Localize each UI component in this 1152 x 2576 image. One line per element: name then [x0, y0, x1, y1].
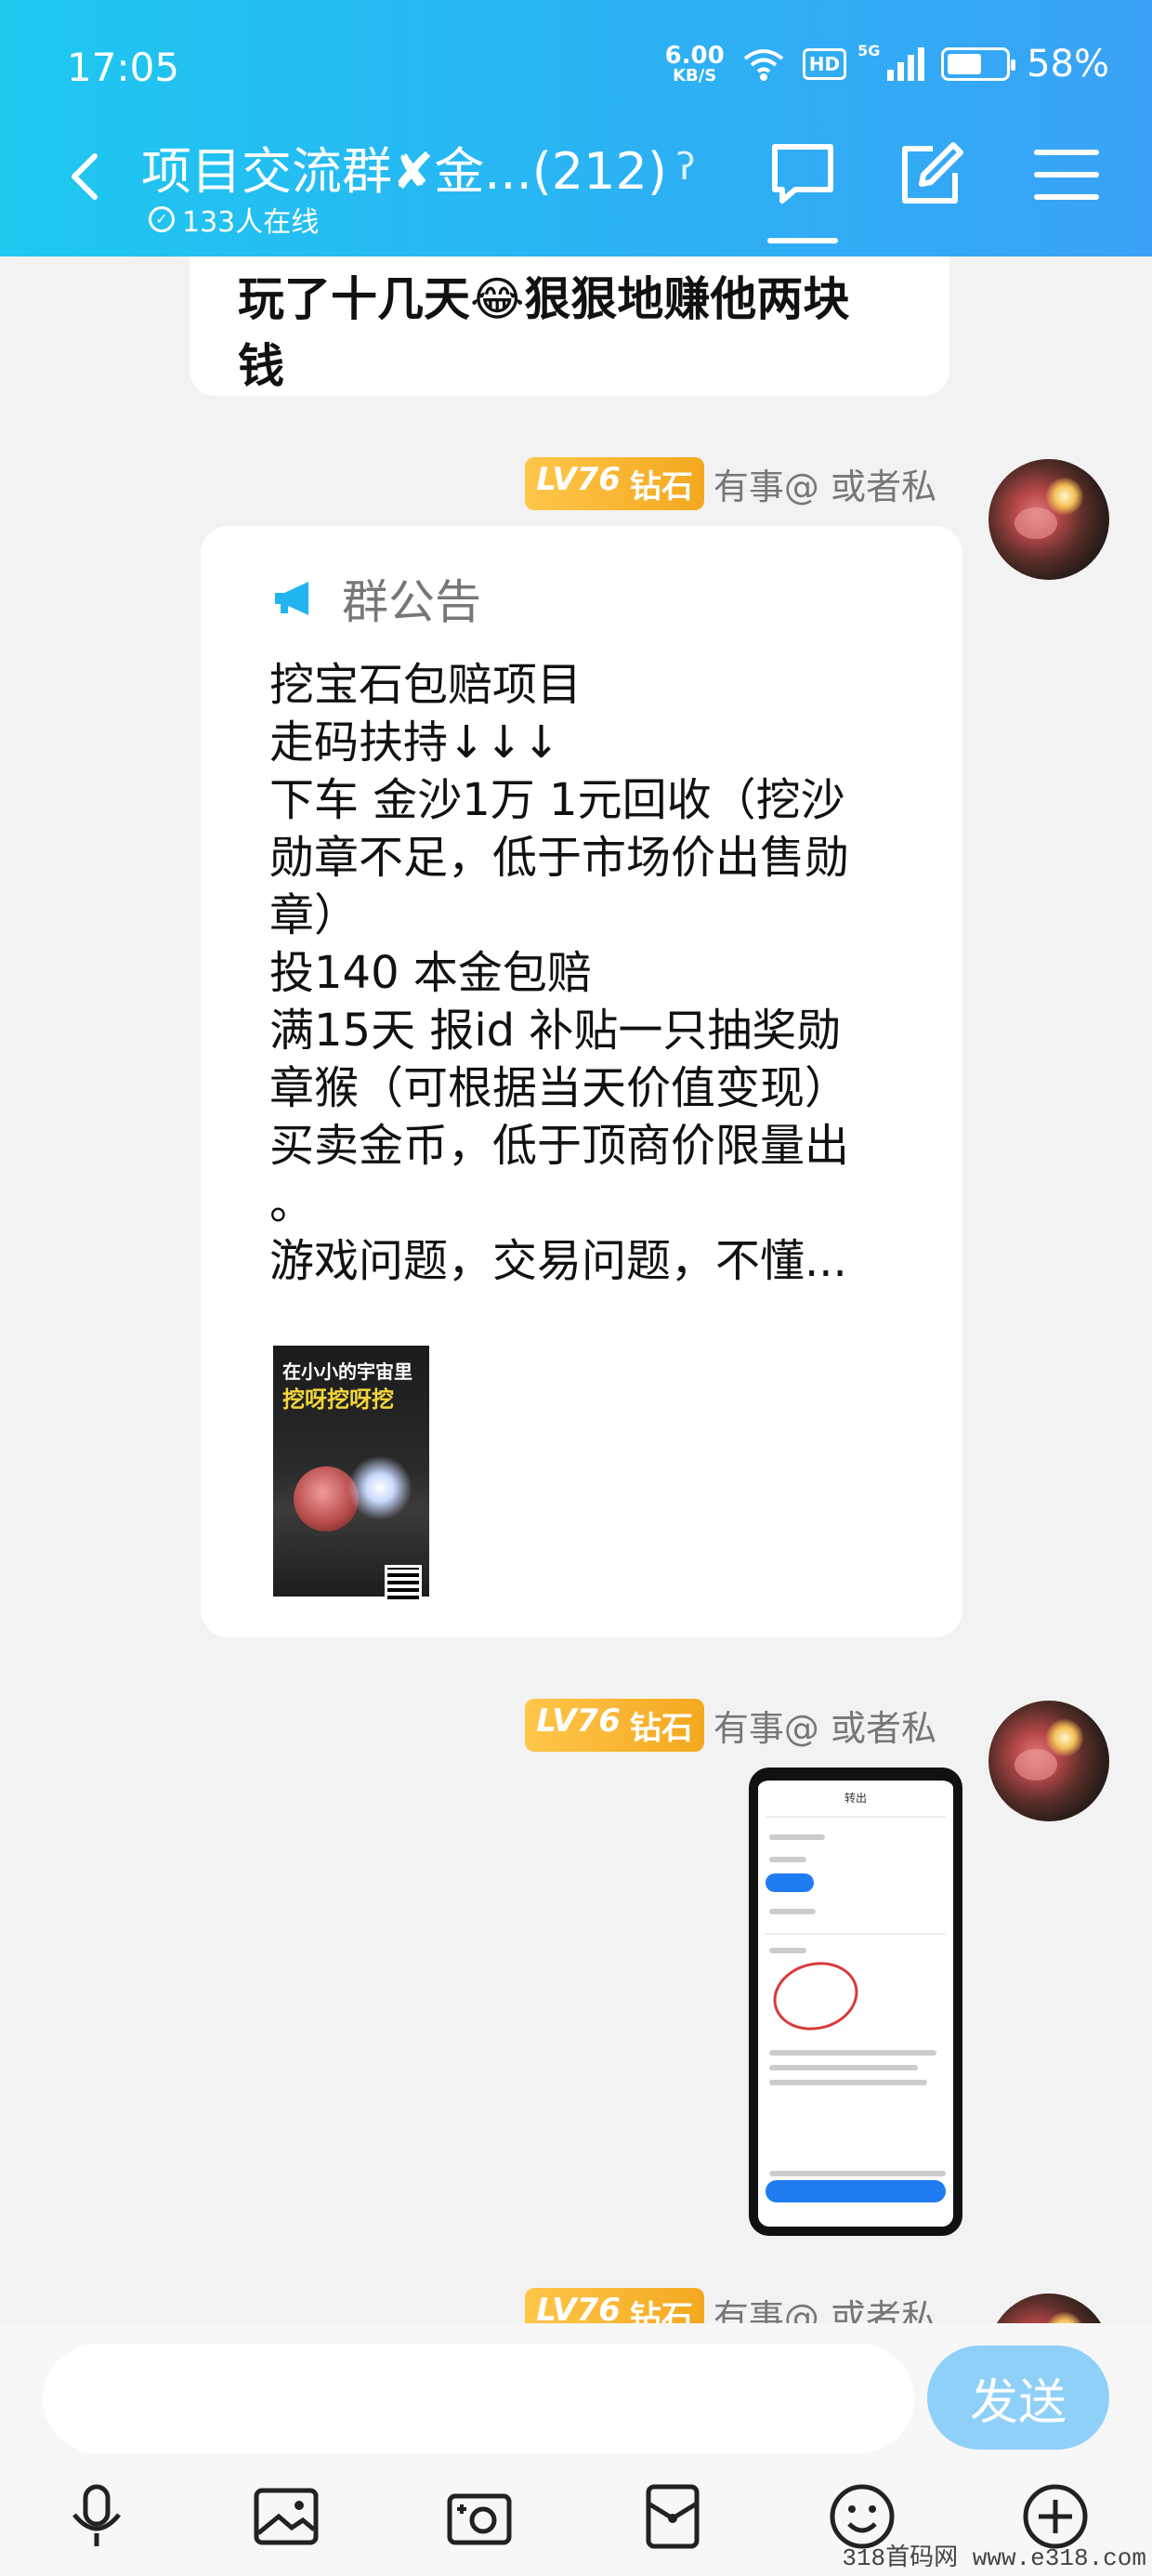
battery-fill — [948, 54, 982, 74]
sender-name[interactable]: 有事@ 或者私 — [713, 458, 936, 509]
text-placeholder — [769, 2080, 927, 2085]
microphone-icon — [72, 2484, 121, 2546]
text-placeholder — [769, 1909, 816, 1914]
message-bubble[interactable]: 玩了十几天😂狠狠地赚他两块 钱 — [190, 256, 949, 396]
edit-icon — [902, 142, 963, 204]
edit-button[interactable] — [896, 139, 966, 210]
status-icons: 6.00 KB/S HD 5G 58% — [665, 42, 1109, 85]
sender-name[interactable]: 有事@ 或者私 — [713, 2289, 936, 2323]
net-speed-unit: KB/S — [673, 66, 717, 85]
online-count-text: 133人在线 — [182, 206, 320, 239]
site-watermark: 318首码网 www.e318.com — [842, 2544, 1146, 2572]
sender-info: LV76 钻石 有事@ 或者私 — [525, 1699, 936, 1752]
camera-button[interactable] — [444, 2481, 515, 2552]
notice-line: 挖宝石包赔项目 — [269, 659, 583, 711]
notice-line: 章） — [269, 889, 360, 941]
net-speed: 6.00 KB/S — [665, 44, 725, 85]
divider — [766, 1816, 946, 1818]
online-count: ✓ 133人在线 — [149, 199, 319, 240]
notice-poster-image[interactable]: 在小小的宇宙里 挖呀挖呀挖 — [273, 1346, 429, 1619]
voice-button[interactable] — [61, 2481, 132, 2552]
level-value: LV76 — [536, 2292, 621, 2323]
screenshot-image[interactable]: 转出 — [749, 1768, 962, 2236]
avatar[interactable] — [988, 2293, 1109, 2323]
text-placeholder — [769, 2065, 918, 2070]
notice-line: 章猴（可根据当天价值变现） — [269, 1062, 850, 1114]
group-title[interactable]: 项目交流群✘金...(212) ʔ — [141, 130, 695, 204]
message-input[interactable] — [43, 2344, 914, 2453]
red-packet-button[interactable] — [637, 2481, 708, 2552]
chain-pill — [766, 1873, 814, 1892]
text-placeholder — [769, 2050, 936, 2056]
qr-code — [385, 1565, 422, 1602]
wifi-icon — [743, 49, 783, 81]
notice-heading-text: 群公告 — [342, 575, 481, 629]
chat-header: 17:05 6.00 KB/S HD 5G 58% 项目交流群✘金...(212… — [0, 0, 1152, 256]
send-button[interactable]: 发送 — [927, 2346, 1109, 2450]
menu-icon — [1034, 150, 1099, 200]
chat-bubble-icon — [772, 144, 833, 204]
poster-text: 在小小的宇宙里 — [282, 1360, 412, 1383]
gallery-button[interactable] — [251, 2481, 321, 2552]
active-tab-indicator — [767, 238, 838, 243]
megaphone-icon — [275, 582, 308, 615]
group-notice-card[interactable]: 群公告 挖宝石包赔项目 走码扶持↓↓↓ 下车 金沙1万 1元回收（挖沙 勋章不足… — [201, 526, 962, 1637]
level-badge: LV76 钻石 — [525, 457, 704, 510]
level-value: LV76 — [536, 461, 621, 498]
group-title-text: 项目交流群✘金...(212) — [141, 142, 667, 201]
message-text: 玩了十几天😂狠狠地赚他两块 — [238, 272, 850, 326]
notice-line: 走码扶持↓↓↓ — [269, 716, 560, 769]
level-badge: LV76 钻石 — [525, 1699, 704, 1752]
notice-line: 投140 本金包赔 — [269, 947, 592, 999]
divider — [766, 1933, 946, 1935]
notice-line: 下车 金沙1万 1元回收（挖沙 — [269, 774, 845, 826]
sender-info: LV76 钻石 有事@ 或者私 — [525, 2288, 936, 2323]
notice-line: 。 — [269, 1177, 315, 1229]
screenshot-title: 转出 — [844, 1792, 867, 1805]
signal-icon: 5G — [857, 42, 925, 81]
level-value: LV76 — [536, 1702, 621, 1740]
status-time: 17:05 — [67, 45, 180, 90]
back-button[interactable] — [58, 149, 113, 204]
sender-name[interactable]: 有事@ 或者私 — [713, 1700, 936, 1751]
rank-label: 钻石 — [629, 468, 693, 506]
image-icon — [254, 2488, 319, 2545]
notice-line: 勋章不足，低于市场价出售勋 — [269, 832, 850, 884]
chat-area[interactable]: 玩了十几天😂狠狠地赚他两块 钱 LV76 钻石 有事@ 或者私 群公告 挖宝石包… — [0, 256, 1152, 2323]
notice-heading: 群公告 — [271, 565, 481, 632]
menu-button[interactable] — [1031, 139, 1102, 210]
text-placeholder — [769, 1948, 806, 1953]
network-type: 5G — [857, 42, 881, 59]
text-placeholder — [769, 1834, 825, 1840]
camera-icon — [447, 2493, 512, 2545]
sender-info: LV76 钻石 有事@ 或者私 — [525, 457, 936, 510]
chat-tab-button[interactable] — [767, 139, 838, 210]
net-speed-value: 6.00 — [664, 42, 725, 70]
avatar[interactable] — [988, 1701, 1109, 1821]
screenshot-button — [766, 2180, 946, 2202]
battery-percent: 58% — [1027, 43, 1109, 85]
back-arrow-icon — [72, 153, 98, 200]
notice-line: 游戏问题，交易问题，不懂... — [269, 1235, 847, 1287]
level-badge: LV76 钻石 — [525, 2288, 704, 2323]
rank-label: 钻石 — [629, 2299, 693, 2323]
message-text: 钱 — [238, 339, 284, 393]
red-circle-annotation — [766, 1952, 866, 2040]
battery-icon — [941, 47, 1016, 81]
ear-icon: ʔ — [675, 145, 696, 189]
avatar[interactable] — [988, 459, 1109, 580]
notice-line: 买卖金币，低于顶商价限量出 — [269, 1120, 850, 1172]
red-packet-icon — [646, 2484, 700, 2549]
rank-label: 钻石 — [629, 1710, 693, 1747]
poster-text: 挖呀挖呀挖 — [282, 1387, 394, 1413]
hd-badge: HD — [802, 48, 847, 80]
check-circle-icon: ✓ — [149, 206, 175, 232]
flash-illustration — [347, 1455, 412, 1520]
text-placeholder — [769, 2171, 946, 2176]
notice-line: 满15天 报id 补贴一只抽奖勋 — [269, 1005, 842, 1057]
text-placeholder — [769, 1857, 806, 1862]
notice-body: 挖宝石包赔项目 走码扶持↓↓↓ 下车 金沙1万 1元回收（挖沙 勋章不足，低于市… — [269, 656, 920, 1290]
